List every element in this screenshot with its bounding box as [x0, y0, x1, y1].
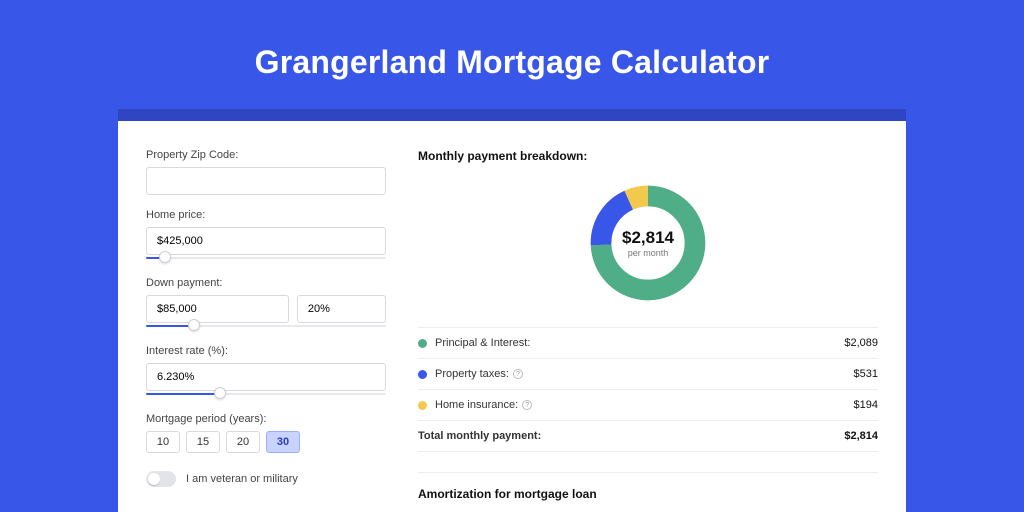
- amortization-section: Amortization for mortgage loan Amortizat…: [418, 472, 878, 512]
- mortgage-period-label: Mortgage period (years):: [146, 413, 386, 425]
- info-icon[interactable]: ?: [513, 369, 523, 379]
- calculator-panel: Property Zip Code: Home price: Down paym…: [118, 121, 906, 512]
- breakdown-column: Monthly payment breakdown: $2,814 per mo…: [418, 149, 878, 512]
- hero: Grangerland Mortgage Calculator: [0, 0, 1024, 109]
- zip-input[interactable]: [146, 167, 386, 195]
- period-option-20[interactable]: 20: [226, 431, 260, 453]
- donut-zone: $2,814 per month: [418, 163, 878, 327]
- toggle-knob: [148, 473, 160, 485]
- interest-rate-slider[interactable]: [146, 389, 386, 399]
- panel-shadow: Property Zip Code: Home price: Down paym…: [118, 109, 906, 512]
- legend-row-taxes: Property taxes: ?$531: [418, 359, 878, 390]
- field-home-price: Home price:: [146, 209, 386, 263]
- principal-dot-icon: [418, 339, 427, 348]
- info-icon[interactable]: ?: [522, 400, 532, 410]
- legend-row-principal: Principal & Interest:$2,089: [418, 328, 878, 359]
- amortization-heading: Amortization for mortgage loan: [418, 487, 878, 501]
- period-option-30[interactable]: 30: [266, 431, 300, 453]
- down-payment-label: Down payment:: [146, 277, 386, 289]
- field-interest-rate: Interest rate (%):: [146, 345, 386, 399]
- donut-chart: $2,814 per month: [586, 181, 710, 305]
- legend-row-insurance: Home insurance: ?$194: [418, 390, 878, 421]
- legend-label-insurance: Home insurance: ?: [435, 399, 854, 411]
- legend-label-principal: Principal & Interest:: [435, 337, 844, 349]
- page-title: Grangerland Mortgage Calculator: [0, 44, 1024, 81]
- down-payment-percent-input[interactable]: [297, 295, 386, 323]
- home-price-label: Home price:: [146, 209, 386, 221]
- legend-label-total: Total monthly payment:: [418, 430, 844, 442]
- veteran-toggle[interactable]: [146, 471, 176, 487]
- period-option-15[interactable]: 15: [186, 431, 220, 453]
- veteran-toggle-label: I am veteran or military: [186, 473, 298, 485]
- home-price-slider[interactable]: [146, 253, 386, 263]
- legend-value-total: $2,814: [844, 430, 878, 442]
- field-mortgage-period: Mortgage period (years): 10 15 20 30: [146, 413, 386, 453]
- period-option-10[interactable]: 10: [146, 431, 180, 453]
- legend-value-principal: $2,089: [844, 337, 878, 349]
- field-zip: Property Zip Code:: [146, 149, 386, 195]
- interest-rate-input[interactable]: [146, 363, 386, 391]
- legend-value-taxes: $531: [854, 368, 878, 380]
- veteran-toggle-row: I am veteran or military: [146, 471, 386, 487]
- legend-value-insurance: $194: [854, 399, 878, 411]
- donut-amount: $2,814: [622, 228, 674, 248]
- interest-rate-label: Interest rate (%):: [146, 345, 386, 357]
- down-payment-slider[interactable]: [146, 321, 386, 331]
- donut-sub: per month: [628, 248, 669, 258]
- legend-row-total: Total monthly payment:$2,814: [418, 421, 878, 452]
- period-options: 10 15 20 30: [146, 431, 386, 453]
- breakdown-title: Monthly payment breakdown:: [418, 149, 878, 163]
- taxes-dot-icon: [418, 370, 427, 379]
- field-down-payment: Down payment:: [146, 277, 386, 331]
- legend-label-taxes: Property taxes: ?: [435, 368, 854, 380]
- down-payment-amount-input[interactable]: [146, 295, 289, 323]
- home-price-input[interactable]: [146, 227, 386, 255]
- form-column: Property Zip Code: Home price: Down paym…: [146, 149, 386, 512]
- insurance-dot-icon: [418, 401, 427, 410]
- zip-label: Property Zip Code:: [146, 149, 386, 161]
- legend: Principal & Interest:$2,089Property taxe…: [418, 327, 878, 452]
